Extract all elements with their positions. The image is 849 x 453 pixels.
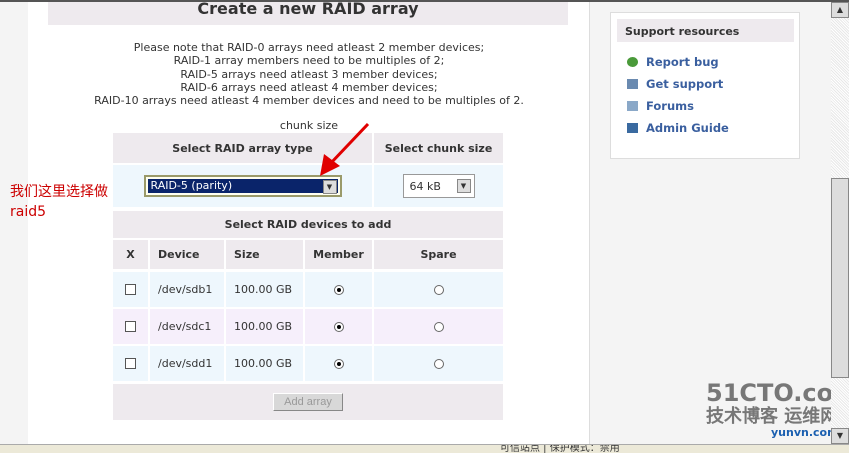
spare-cell [374, 309, 503, 344]
book-icon [627, 123, 638, 133]
scroll-down-button[interactable]: ▼ [831, 428, 849, 444]
size-cell: 100.00 GB [226, 272, 303, 307]
member-cell [305, 272, 372, 307]
member-radio[interactable] [333, 284, 344, 295]
note: Please note that RAID-0 arrays need atle… [133, 41, 485, 54]
note: RAID-10 arrays need atleast 4 member dev… [94, 94, 524, 108]
remove-checkbox[interactable] [125, 321, 136, 332]
col-member: Member [305, 240, 372, 269]
member-radio[interactable] [333, 358, 344, 369]
support-title: Support resources [617, 19, 794, 42]
add-row: Add array [113, 384, 503, 420]
scroll-up-button[interactable]: ▲ [831, 2, 849, 18]
col-size: Size [226, 240, 303, 269]
admin-guide-link[interactable]: Admin Guide [627, 121, 729, 135]
spare-radio[interactable] [433, 284, 444, 295]
annotation-line: 我们这里选择做 [10, 184, 108, 200]
support-icon [627, 79, 638, 89]
status-bar: 可信站点 | 保护模式：禁用 [0, 444, 849, 453]
size-cell: 100.00 GB [226, 346, 303, 381]
watermark: 51CTO.com 技术博客 运维网 yunvn.com [706, 379, 849, 439]
member-cell [305, 346, 372, 381]
x-cell [113, 309, 148, 344]
chunk-header: Select chunk size [374, 133, 503, 163]
col-x: X [113, 240, 148, 269]
raid-notes: Please note that RAID-0 arrays need atle… [28, 41, 590, 107]
device-size: 100.00 GB [234, 283, 293, 296]
link-label: Admin Guide [646, 121, 729, 135]
chunk-cell: 64 kB ▼ [374, 165, 503, 207]
link-label: Get support [646, 77, 724, 91]
chunk-size-value: 64 kB [409, 180, 441, 193]
col-device: Device [150, 240, 224, 269]
chevron-down-icon[interactable]: ▼ [456, 179, 471, 193]
remove-checkbox[interactable] [125, 284, 136, 295]
annotation-text: 我们这里选择做 raid5 [10, 182, 108, 222]
member-cell [305, 309, 372, 344]
raid-type-value: RAID-5 (parity) [147, 179, 338, 193]
vertical-scrollbar[interactable]: ▲ ▼ [831, 2, 849, 444]
main-panel: Create a new RAID array Please note that… [28, 2, 590, 444]
watermark-brand: 51CTO.com [706, 379, 849, 407]
watermark-url: yunvn.com [771, 426, 839, 439]
device-name: /dev/sdb1 [158, 283, 213, 296]
spare-cell [374, 272, 503, 307]
note: RAID-1 array members need to be multiple… [173, 54, 445, 68]
device-cell: /dev/sdd1 [150, 346, 224, 381]
remove-checkbox[interactable] [125, 358, 136, 369]
get-support-link[interactable]: Get support [627, 77, 723, 91]
support-resources-panel: Support resources Report bug Get support… [610, 12, 800, 159]
device-size: 100.00 GB [234, 357, 293, 370]
x-cell [113, 346, 148, 381]
note: RAID-6 arrays need atleast 4 member devi… [180, 80, 438, 94]
page-title: Create a new RAID array [48, 2, 568, 25]
scroll-thumb[interactable] [831, 178, 849, 378]
annotation-line: raid5 [10, 204, 47, 220]
bug-icon [627, 57, 638, 67]
annotation-arrow [320, 122, 370, 176]
report-bug-link[interactable]: Report bug [627, 55, 719, 69]
size-cell: 100.00 GB [226, 309, 303, 344]
add-array-button[interactable]: Add array [273, 393, 343, 411]
device-name: /dev/sdd1 [158, 357, 213, 370]
chevron-down-icon[interactable]: ▼ [322, 180, 337, 194]
spare-radio[interactable] [433, 321, 444, 332]
link-label: Forums [646, 99, 694, 113]
spare-radio[interactable] [433, 358, 444, 369]
forums-icon [627, 101, 638, 111]
link-label: Report bug [646, 55, 719, 69]
spare-cell [374, 346, 503, 381]
watermark-sub: 技术博客 [706, 406, 778, 427]
note: RAID-5 arrays need atleast 3 member devi… [180, 67, 438, 81]
chunk-size-caption: chunk size [279, 119, 339, 132]
member-radio[interactable] [333, 321, 344, 332]
device-name: /dev/sdc1 [158, 320, 212, 333]
device-cell: /dev/sdc1 [150, 309, 224, 344]
col-spare: Spare [374, 240, 503, 269]
x-cell [113, 272, 148, 307]
security-zone: 可信站点 | 保护模式：禁用 [500, 444, 620, 453]
device-cell: /dev/sdb1 [150, 272, 224, 307]
device-size: 100.00 GB [234, 320, 293, 333]
forums-link[interactable]: Forums [627, 99, 694, 113]
chunk-size-select[interactable]: 64 kB ▼ [402, 174, 475, 198]
devices-header: Select RAID devices to add [113, 211, 503, 238]
